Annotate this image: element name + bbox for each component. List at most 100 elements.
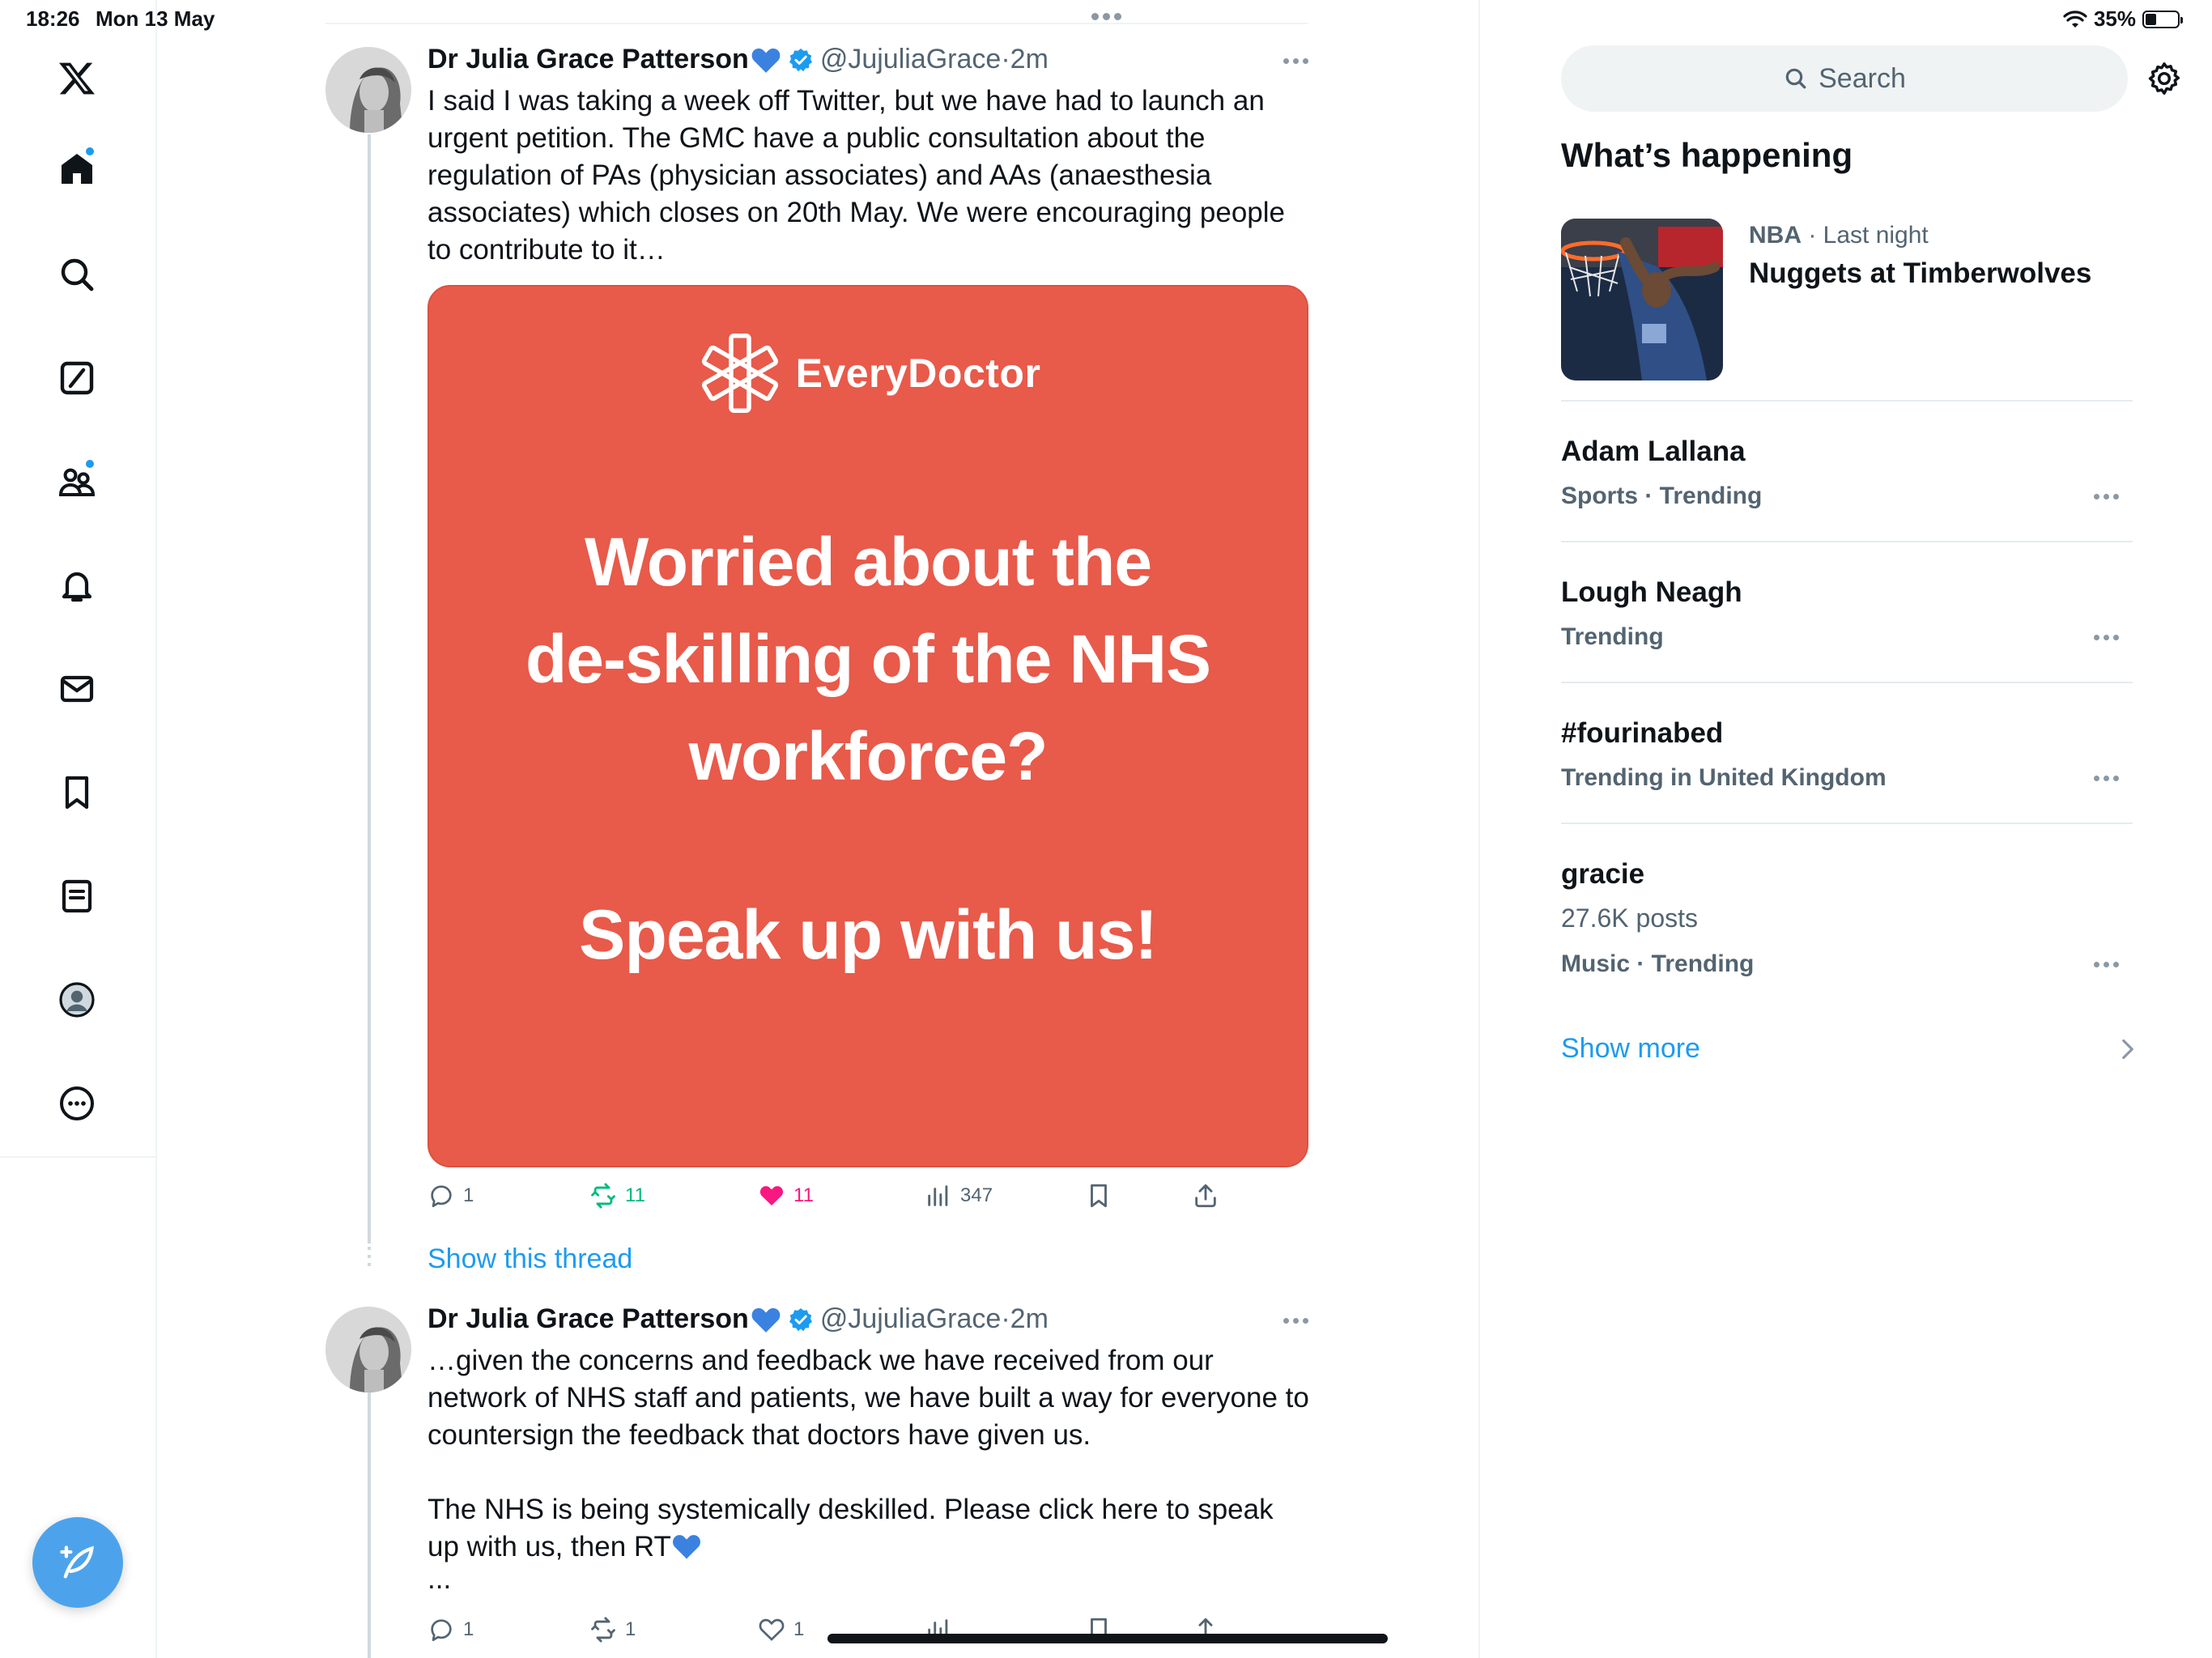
tweet-header: Dr Julia Grace Patterson @JujuliaGrace ·… [428,44,1049,75]
blue-heart-icon [672,1535,700,1559]
share-icon [1195,1184,1216,1208]
tweet-more-icon[interactable] [1283,58,1308,64]
reply-icon [431,1185,452,1208]
trend-meta: Music · Trending [1561,950,1755,977]
bookmarks-icon[interactable] [50,766,104,819]
featured-meta: NBA · Last night [1749,222,1929,249]
bookmark-button[interactable] [1085,1182,1112,1209]
author-name[interactable]: Dr Julia Grace Patterson [428,44,749,75]
media-cta: Speak up with us! [578,896,1158,974]
like-button[interactable]: 1 [758,1616,804,1643]
thread-connector [368,1247,371,1271]
profile-icon[interactable] [50,973,104,1027]
tweet-time[interactable]: 2m [1010,44,1049,75]
like-count: 11 [793,1184,814,1206]
x-logo-icon[interactable] [50,52,104,105]
retweet-count: 11 [625,1184,645,1206]
separator: · [1001,44,1010,74]
trend-title: Adam Lallana [1561,436,1746,467]
everydoctor-logo-icon [701,334,778,413]
trend-more-icon[interactable] [2094,962,2119,967]
verified-badge-icon [789,48,812,71]
compose-icon [60,1545,94,1579]
reply-button[interactable]: 1 [428,1182,474,1209]
gear-icon[interactable] [2146,60,2183,97]
multitask-handle[interactable] [1091,13,1121,20]
tweet-time[interactable]: 2m [1010,1303,1049,1335]
retweet-button[interactable]: 11 [589,1182,645,1209]
trend-meta: Trending in United Kingdom [1561,764,1887,791]
reply-button[interactable]: 1 [428,1616,474,1643]
trend-image[interactable] [1561,219,1723,380]
show-thread-link[interactable]: Show this thread [428,1244,632,1275]
more-icon[interactable] [50,1077,104,1130]
tweet-paragraph: I said I was taking a week off Twitter, … [428,85,1286,266]
retweet-count: 1 [625,1618,636,1640]
like-button[interactable]: 11 [758,1182,814,1209]
communities-notification-dot [84,458,96,470]
view-count: 347 [960,1184,993,1206]
trend-meta: Sports · Trending [1561,483,1763,509]
home-indicator[interactable] [827,1634,1388,1643]
logo-text: EveryDoctor [795,351,1041,396]
tweet-media-image[interactable]: EveryDoctor Worried about the de-skillin… [428,285,1308,1167]
trend-category: NBA [1749,222,1802,249]
author-handle[interactable]: @JujuliaGrace [820,1303,1002,1335]
headline-line: de-skilling of the NHS [525,621,1211,697]
tweet-text: I said I was taking a week off Twitter, … [428,83,1310,269]
trend-title: gracie [1561,858,1645,890]
chevron-right-icon [2122,1039,2133,1060]
headline-line: workforce? [688,718,1049,794]
heart-icon [759,1618,785,1641]
verified-badge-icon [789,1307,812,1331]
reply-icon [431,1619,452,1642]
divider [1561,823,2133,824]
reply-count: 1 [463,1184,474,1206]
trend-more-icon[interactable] [2094,776,2119,781]
search-input[interactable]: Search [1561,45,2128,112]
author-handle[interactable]: @JujuliaGrace [820,44,1002,75]
right-sidebar: Search What’s happening NBA · Last night [1478,0,2212,1658]
divider [1561,541,2133,542]
blue-heart-icon [751,48,781,73]
heart-filled-icon [759,1186,784,1206]
share-button[interactable] [1192,1182,1219,1209]
search-placeholder: Search [1819,62,1906,94]
blue-heart-icon [751,1307,781,1333]
separator: · [1001,1303,1010,1334]
trend-title: Lough Neagh [1561,576,1742,608]
divider [1561,682,2133,683]
trend-more-icon[interactable] [2094,635,2119,640]
retweet-icon [591,1617,615,1643]
retweet-icon [591,1183,615,1209]
compose-button[interactable] [32,1517,123,1608]
tweet-actions: 1 11 11 347 [428,1177,1308,1218]
thread-line [368,1389,371,1658]
top-divider [325,23,1308,24]
lists-icon[interactable] [50,869,104,923]
tweet-paragraph: …given the concerns and feedback we have… [428,1345,1309,1451]
left-navigation [0,0,157,1658]
communities-icon[interactable] [50,455,104,508]
home-notification-dot [84,146,96,157]
retweet-button[interactable]: 1 [589,1616,636,1643]
messages-icon[interactable] [50,662,104,716]
thread-line [368,134,371,1244]
section-title: What’s happening [1561,136,1853,174]
show-more-link[interactable]: Show more [1561,1033,1700,1065]
nav-divider [0,1156,157,1158]
avatar[interactable] [325,47,411,133]
tweet-more-icon[interactable] [1283,1318,1308,1324]
author-name[interactable]: Dr Julia Grace Patterson [428,1303,749,1335]
trend-time: Last night [1823,222,1929,249]
explore-icon[interactable] [50,248,104,301]
grok-icon[interactable] [50,351,104,405]
bookmark-icon [1091,1184,1107,1208]
media-headline: Worried about the de-skilling of the NHS… [429,513,1307,805]
views-button[interactable]: 347 [925,1182,993,1209]
notifications-icon[interactable] [50,559,104,612]
home-icon[interactable] [50,142,104,196]
avatar[interactable] [325,1307,411,1392]
tweet-ellipsis: ... [428,1563,452,1595]
trend-more-icon[interactable] [2094,494,2119,500]
